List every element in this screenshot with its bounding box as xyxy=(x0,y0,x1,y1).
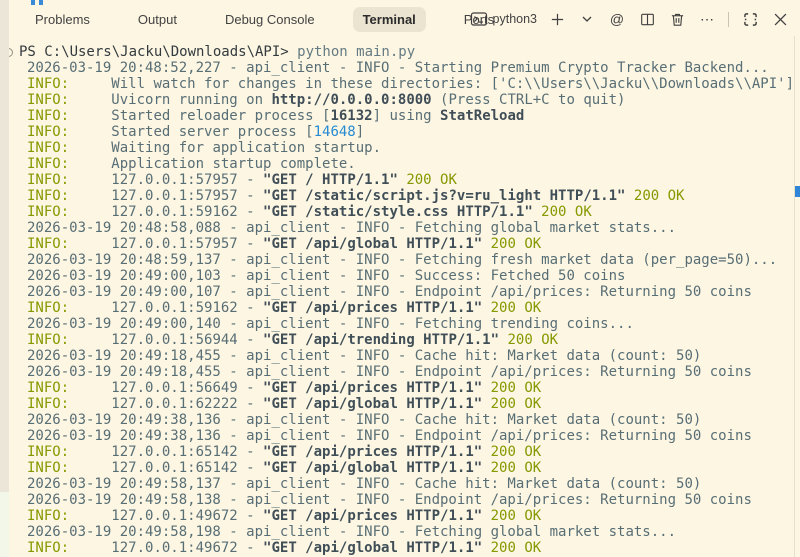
terminal-line: 2026-03-19 20:49:38,136 - api_client - I… xyxy=(19,428,794,444)
panel-right-border xyxy=(794,36,795,557)
terminal-line: 2026-03-19 20:48:58,088 - api_client - I… xyxy=(19,220,794,236)
terminal-line: INFO: 127.0.0.1:65142 - "GET /api/global… xyxy=(19,460,794,476)
editor-text-fragment xyxy=(31,0,35,5)
terminal-line: 2026-03-19 20:48:52,227 - api_client - I… xyxy=(19,60,794,76)
terminal-line: INFO: 127.0.0.1:49672 - "GET /api/global… xyxy=(19,540,794,556)
terminal-line: 2026-03-19 20:49:00,103 - api_client - I… xyxy=(19,268,794,284)
terminal-line: 2026-03-19 20:49:58,198 - api_client - I… xyxy=(19,524,794,540)
scrollbar-command-decoration[interactable] xyxy=(795,186,800,197)
terminal-line: 2026-03-19 20:48:59,137 - api_client - I… xyxy=(19,252,794,268)
terminal-line: INFO: 127.0.0.1:49672 - "GET /api/prices… xyxy=(19,508,794,524)
terminal-line: INFO: Waiting for application startup. xyxy=(19,140,794,156)
tab-output[interactable]: Output xyxy=(128,7,187,32)
panel-left-edge-highlight xyxy=(0,492,9,557)
terminal-line: INFO: 127.0.0.1:57957 - "GET /static/scr… xyxy=(19,188,794,204)
terminal-line: INFO: 127.0.0.1:62222 - "GET /api/global… xyxy=(19,396,794,412)
terminal-line: INFO: 127.0.0.1:57957 - "GET /api/global… xyxy=(19,236,794,252)
terminal-line: INFO: 127.0.0.1:56649 - "GET /api/prices… xyxy=(19,380,794,396)
terminal-line: INFO: 127.0.0.1:56944 - "GET /api/trendi… xyxy=(19,332,794,348)
more-actions-button[interactable]: ⋯ xyxy=(697,8,717,30)
split-terminal-button[interactable] xyxy=(637,8,657,30)
kill-terminal-button[interactable] xyxy=(667,8,687,30)
tab-problems[interactable]: Problems xyxy=(25,7,100,32)
terminal-line: INFO: 127.0.0.1:59162 - "GET /static/sty… xyxy=(19,204,794,220)
maximize-panel-button[interactable] xyxy=(740,8,760,30)
terminal-icon xyxy=(470,11,488,27)
terminal-line: INFO: Started server process [14648] xyxy=(19,124,794,140)
active-terminal-chip[interactable]: python3 xyxy=(470,11,537,27)
terminal-line: INFO: 127.0.0.1:65142 - "GET /api/prices… xyxy=(19,444,794,460)
terminal-line: INFO: Started reloader process [16132] u… xyxy=(19,108,794,124)
terminal-line: 2026-03-19 20:49:18,455 - api_client - I… xyxy=(19,348,794,364)
new-terminal-button[interactable] xyxy=(547,8,567,30)
terminal-line: INFO: 127.0.0.1:57957 - "GET / HTTP/1.1"… xyxy=(19,172,794,188)
terminal-line: 2026-03-19 20:49:00,140 - api_client - I… xyxy=(19,316,794,332)
terminal-profile-label: python3 xyxy=(493,12,537,26)
terminal-line: INFO: 127.0.0.1:59162 - "GET /api/prices… xyxy=(19,300,794,316)
terminal-line: 2026-03-19 20:49:00,107 - api_client - I… xyxy=(19,284,794,300)
terminal-line: 2026-03-19 20:49:58,137 - api_client - I… xyxy=(19,476,794,492)
editor-text-fragment xyxy=(39,0,43,5)
at-icon[interactable]: @ xyxy=(607,8,627,30)
terminal-line: 2026-03-19 20:49:38,136 - api_client - I… xyxy=(19,412,794,428)
panel-left-edge xyxy=(0,0,9,557)
tab-debug-console[interactable]: Debug Console xyxy=(215,7,325,32)
terminal-line: INFO: Application startup complete. xyxy=(19,156,794,172)
launch-profile-dropdown[interactable] xyxy=(577,8,597,30)
terminal-line: INFO: Will watch for changes in these di… xyxy=(19,76,794,92)
close-panel-button[interactable] xyxy=(770,8,790,30)
terminal-line: PS C:\Users\Jacku\Downloads\API> python … xyxy=(19,44,794,60)
terminal-line: INFO: Uvicorn running on http://0.0.0.0:… xyxy=(19,92,794,108)
toolbar-separator xyxy=(728,12,729,27)
tab-terminal[interactable]: Terminal xyxy=(353,7,426,32)
terminal-toolbar: python3 @ ⋯ xyxy=(470,5,790,33)
terminal-line: 2026-03-19 20:49:18,455 - api_client - I… xyxy=(19,364,794,380)
terminal-line: 2026-03-19 20:49:58,138 - api_client - I… xyxy=(19,492,794,508)
terminal-output[interactable]: PS C:\Users\Jacku\Downloads\API> python … xyxy=(0,40,794,557)
